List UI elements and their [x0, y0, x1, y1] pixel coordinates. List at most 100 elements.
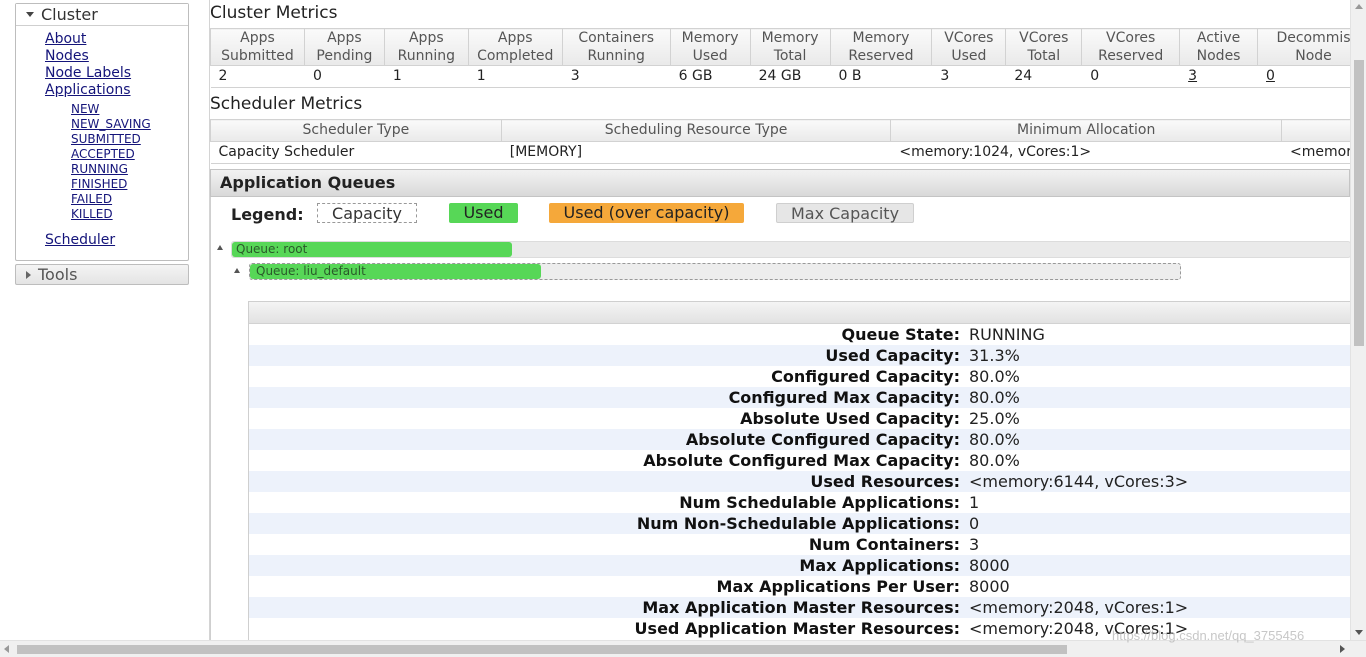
cluster-metrics-title: Cluster Metrics — [210, 3, 338, 23]
scroll-left-icon[interactable] — [4, 645, 9, 653]
cluster-metrics-value-cell: 1 — [468, 65, 563, 88]
nav-link-scheduler[interactable]: Scheduler — [45, 232, 115, 249]
nav-state-killed[interactable]: KILLED — [71, 207, 113, 222]
nav-link-applications[interactable]: Applications — [45, 82, 131, 99]
scheduler-metrics-value-cell: [MEMORY] — [501, 141, 891, 164]
tools-nav-title: Tools — [38, 265, 78, 284]
header-line: VCores — [1019, 30, 1069, 46]
queue-info-value: 80.0% — [969, 388, 1020, 407]
queue-info-key: Num Non-Schedulable Applications: — [636, 514, 960, 533]
queue-info-value: 8000 — [969, 577, 1010, 596]
header-line: Apps — [408, 30, 444, 46]
queue-info-key: Absolute Used Capacity: — [740, 409, 960, 428]
cluster-metrics-header-cell[interactable]: Apps Running — [383, 28, 469, 66]
header-line: Reserved — [1098, 48, 1164, 64]
vertical-scrollbar[interactable] — [1350, 0, 1366, 640]
queue-info-value: 25.0% — [969, 409, 1020, 428]
cluster-metrics-header-cell[interactable]: Memory Reserved — [829, 28, 933, 66]
scheduler-metrics-header-cell[interactable] — [1281, 119, 1350, 142]
nav-state-accepted[interactable]: ACCEPTED — [71, 147, 135, 162]
header-line: Used — [951, 48, 987, 64]
nav-link-nodes[interactable]: Nodes — [45, 48, 89, 65]
scheduler-metrics-header-cell[interactable]: Scheduling Resource Type — [500, 119, 892, 142]
left-navigation: Cluster About Nodes Node Labels Applicat… — [0, 0, 200, 640]
cluster-metrics-header-cell[interactable]: Apps Completed — [467, 28, 563, 66]
queue-info-value: 80.0% — [969, 367, 1020, 386]
queue-info-key: Configured Capacity: — [771, 367, 960, 386]
queue-info-row: Queue State: RUNNING — [249, 324, 1350, 345]
cluster-metrics-header-cell[interactable]: Memory Total — [749, 28, 831, 66]
cluster-metrics-header-cell[interactable]: Memory Used — [669, 28, 751, 66]
queue-liu-default-toggle-icon[interactable] — [234, 268, 240, 273]
legend-used-over-capacity: Used (over capacity) — [549, 203, 744, 223]
cluster-metrics-value-cell: 1 — [384, 65, 469, 88]
cluster-metrics-value-cell[interactable]: 0 — [1257, 65, 1350, 88]
cluster-metrics-header-cell[interactable]: Containers Running — [561, 28, 671, 66]
header-line: Apps — [497, 30, 533, 46]
expand-triangle-icon — [26, 271, 31, 279]
queue-info-value: 3 — [969, 535, 980, 554]
active-nodes-link[interactable]: 3 — [1188, 68, 1197, 84]
header-line: Pending — [316, 48, 373, 64]
queue-info-key: Num Schedulable Applications: — [679, 493, 960, 512]
scheduler-metrics-header-cell[interactable]: Minimum Allocation — [890, 119, 1283, 142]
nav-state-failed[interactable]: FAILED — [71, 192, 112, 207]
decommissioned-nodes-link[interactable]: 0 — [1266, 68, 1275, 84]
queue-info-row: Num Non-Schedulable Applications: 0 — [249, 513, 1350, 534]
nav-state-new[interactable]: NEW — [71, 102, 99, 117]
queue-liu-default-bar[interactable]: Queue: liu_default — [249, 263, 1181, 280]
vertical-scroll-thumb[interactable] — [1354, 60, 1364, 346]
queue-info-row: Absolute Used Capacity: 25.0% — [249, 408, 1350, 429]
nav-state-submitted[interactable]: SUBMITTED — [71, 132, 141, 147]
tools-nav-panel[interactable]: Tools — [15, 264, 189, 285]
queue-info-value: 80.0% — [969, 451, 1020, 470]
nav-state-finished[interactable]: FINISHED — [71, 177, 127, 192]
scheduler-metrics-value-cell: Capacity Scheduler — [210, 141, 502, 164]
nav-link-about[interactable]: About — [45, 31, 86, 48]
cluster-nav-header[interactable]: Cluster — [16, 4, 188, 26]
application-queues-header: Application Queues — [210, 169, 1350, 197]
header-line: Used — [692, 48, 728, 64]
header-line: VCores — [944, 30, 994, 46]
queue-info-row: Max Applications: 8000 — [249, 555, 1350, 576]
tools-nav-header[interactable]: Tools — [16, 265, 188, 284]
cluster-metrics-header-cell[interactable]: VCores Total — [1005, 28, 1083, 66]
queue-info-value: 0 — [969, 514, 980, 533]
cluster-metrics-header-cell[interactable]: Active Nodes — [1179, 28, 1259, 66]
cluster-metrics-header-cell[interactable]: VCores Used — [931, 28, 1007, 66]
queue-info-key: Used Resources: — [810, 472, 960, 491]
header-line: Decommis — [1276, 30, 1350, 46]
queue-root-toggle-icon[interactable] — [217, 245, 223, 250]
header-line: Running — [397, 48, 455, 64]
queue-info-row: Max Applications Per User: 8000 — [249, 576, 1350, 597]
nav-link-node-labels[interactable]: Node Labels — [45, 65, 131, 82]
queue-info-key: Absolute Configured Capacity: — [685, 430, 960, 449]
header-line: Reserved — [848, 48, 914, 64]
horizontal-scroll-thumb[interactable] — [17, 645, 1067, 654]
queue-info-key: Used Application Master Resources: — [634, 619, 960, 638]
queue-info-key: Max Applications: — [799, 556, 960, 575]
cluster-metrics-header-cell[interactable]: Apps Pending — [303, 28, 385, 66]
scroll-right-icon[interactable] — [1340, 645, 1345, 653]
cluster-metrics-value-cell: 24 — [1005, 65, 1082, 88]
cluster-metrics-header-cell[interactable]: Apps Submitted — [210, 28, 305, 66]
header-line: Node — [1295, 48, 1332, 64]
scheduler-metrics-header-cell[interactable]: Scheduler Type — [210, 119, 502, 142]
queue-liu-default-label: Queue: liu_default — [256, 264, 366, 278]
queue-info-row: Absolute Configured Capacity: 80.0% — [249, 429, 1350, 450]
nav-state-new-saving[interactable]: NEW_SAVING — [71, 117, 151, 132]
nav-state-running[interactable]: RUNNING — [71, 162, 128, 177]
scroll-up-icon[interactable] — [1355, 4, 1363, 9]
cluster-metrics-value-cell[interactable]: 3 — [1179, 65, 1258, 88]
cluster-metrics-header-cell[interactable]: Decommis Node — [1257, 28, 1350, 66]
queue-info-row: Absolute Configured Max Capacity: 80.0% — [249, 450, 1350, 471]
legend-used: Used — [449, 203, 518, 223]
header-line: Apps — [240, 30, 275, 46]
queue-root-bar[interactable]: Queue: root — [231, 241, 1350, 258]
queue-info-row: Max Application Master Resources: <memory… — [249, 597, 1350, 618]
scroll-down-icon[interactable] — [1355, 630, 1363, 635]
cluster-metrics-header-cell[interactable]: VCores Reserved — [1081, 28, 1181, 66]
queue-info-value: <memory:2048, vCores:1> — [969, 598, 1189, 617]
header-line: Memory — [761, 30, 819, 46]
application-queues-body: Legend: Capacity Used Used (over capacit… — [210, 197, 1350, 640]
